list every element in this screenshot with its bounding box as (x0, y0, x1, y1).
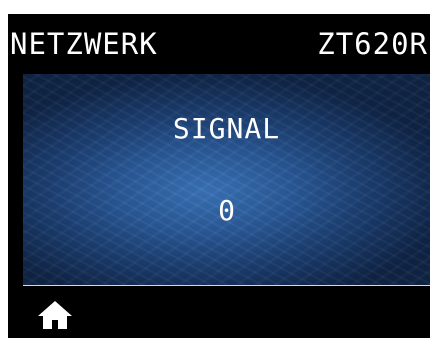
footer-bar (8, 286, 430, 338)
content-panel: SIGNAL 0 (23, 74, 430, 286)
signal-label: SIGNAL (172, 112, 281, 145)
printer-display: NETZWERK ZT620R SIGNAL 0 (8, 14, 430, 338)
printer-model: ZT620R (317, 27, 428, 61)
home-button[interactable] (38, 300, 72, 330)
background-texture (23, 74, 430, 286)
menu-title: NETZWERK (10, 27, 158, 61)
home-icon (38, 301, 72, 329)
signal-value: 0 (218, 194, 235, 227)
header-bar: NETZWERK ZT620R (8, 14, 430, 74)
